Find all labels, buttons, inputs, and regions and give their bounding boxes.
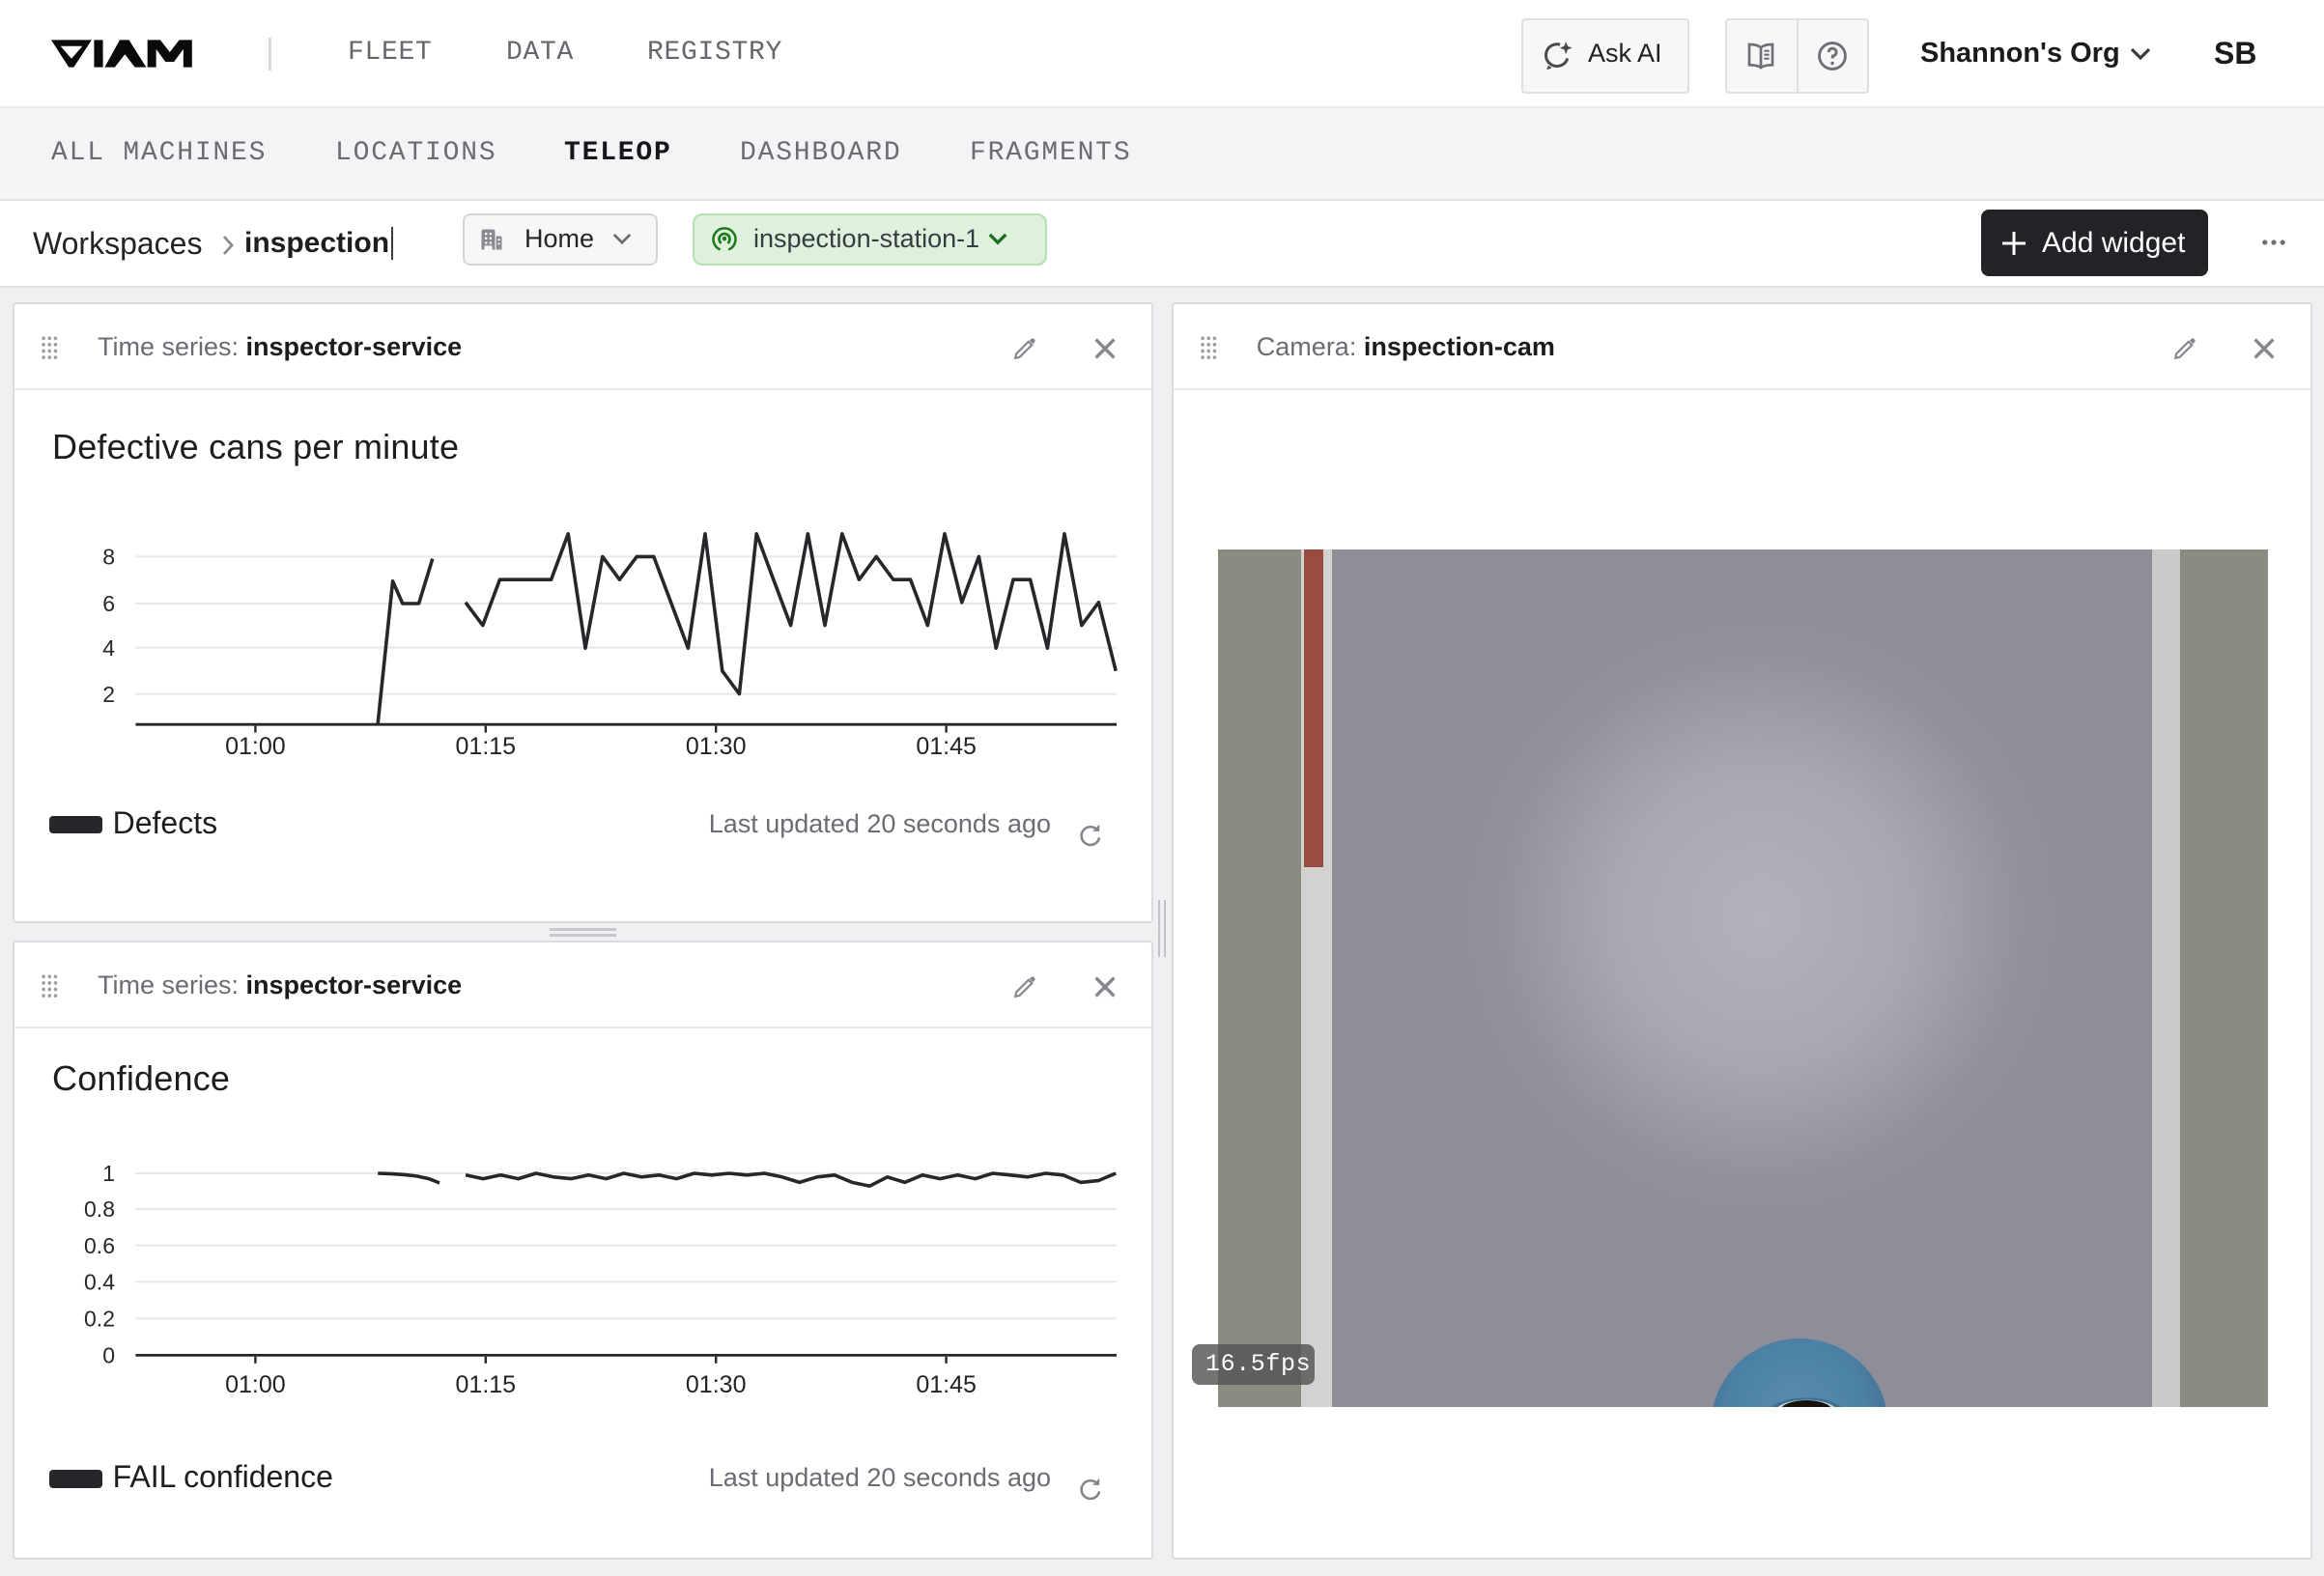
svg-text:01:45: 01:45 bbox=[916, 733, 977, 760]
svg-text:1: 1 bbox=[102, 1161, 115, 1186]
svg-text:8: 8 bbox=[102, 545, 115, 570]
svg-text:01:00: 01:00 bbox=[225, 733, 286, 760]
svg-text:0.2: 0.2 bbox=[84, 1307, 115, 1332]
svg-text:01:00: 01:00 bbox=[225, 1371, 286, 1398]
svg-text:2: 2 bbox=[102, 682, 115, 707]
svg-text:0.6: 0.6 bbox=[84, 1233, 115, 1258]
svg-text:6: 6 bbox=[102, 591, 115, 616]
svg-text:0.4: 0.4 bbox=[84, 1270, 115, 1295]
svg-text:4: 4 bbox=[102, 635, 115, 661]
svg-text:01:15: 01:15 bbox=[456, 733, 517, 760]
svg-text:01:45: 01:45 bbox=[916, 1371, 977, 1398]
svg-text:01:15: 01:15 bbox=[456, 1371, 517, 1398]
svg-text:0: 0 bbox=[102, 1343, 115, 1368]
svg-text:01:30: 01:30 bbox=[686, 733, 747, 760]
svg-text:0.8: 0.8 bbox=[84, 1196, 115, 1222]
svg-text:01:30: 01:30 bbox=[686, 1371, 747, 1398]
